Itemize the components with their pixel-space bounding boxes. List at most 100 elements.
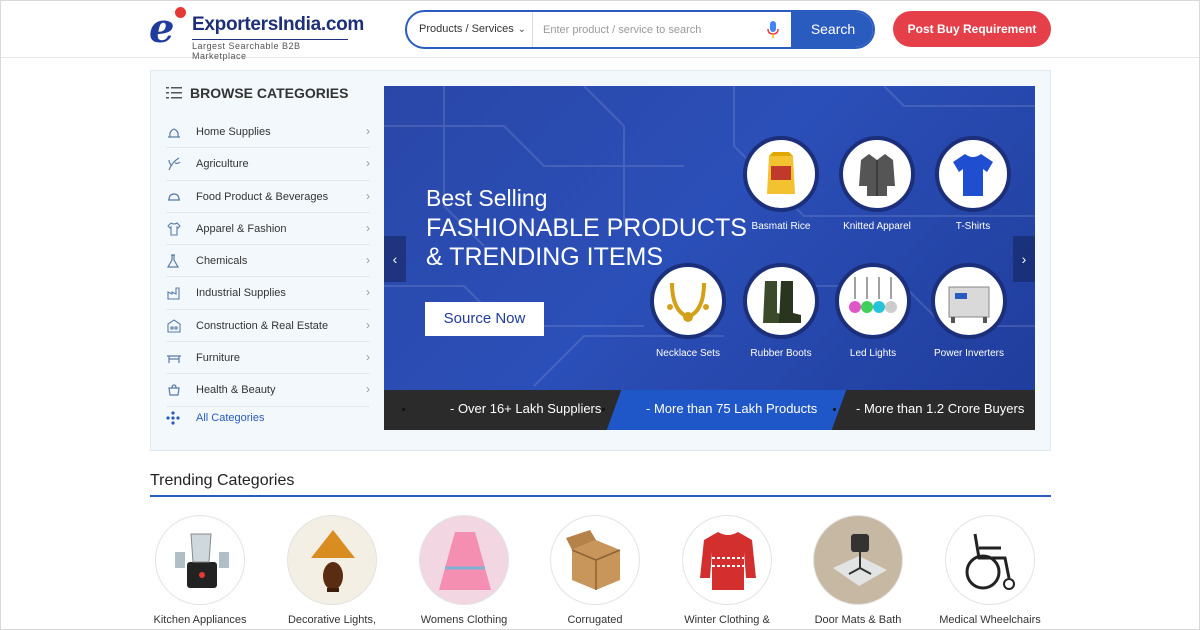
search-category-label: Products / Services <box>419 23 514 35</box>
search-input[interactable] <box>533 12 761 47</box>
trending-label: Winter Clothing & <box>684 614 770 626</box>
sidebar-item-label: Agriculture <box>196 158 249 171</box>
product-image <box>935 136 1011 212</box>
food-icon <box>168 192 180 201</box>
sidebar-item-apparel[interactable]: Apparel & Fashion › <box>166 213 370 246</box>
trending-label: Door Mats & Bath <box>814 614 902 626</box>
sidebar-item-industrial[interactable]: Industrial Supplies › <box>166 277 370 310</box>
tshirt-icon <box>953 154 993 196</box>
trending-item-door-mats[interactable]: Door Mats & Bath <box>798 515 918 630</box>
product-image <box>743 263 819 339</box>
stat-suppliers: - Over 16+ Lakh Suppliers <box>450 401 602 416</box>
sidebar-item-construction[interactable]: Construction & Real Estate › <box>166 310 370 343</box>
product-image <box>650 263 726 339</box>
product-basmati-rice[interactable]: Basmati Rice <box>726 136 836 246</box>
cardboard-box-icon <box>566 530 621 590</box>
logo-text: ExportersIndia.com <box>192 14 364 35</box>
stat-buyers: - More than 1.2 Crore Buyers <box>856 401 1025 416</box>
chevron-right-icon: › <box>366 285 370 300</box>
microphone-icon[interactable] <box>766 21 780 39</box>
rice-bag-icon <box>767 152 795 194</box>
chevron-right-icon: › <box>366 188 370 203</box>
lamp-icon <box>311 530 355 592</box>
sidebar-item-label: Food Product & Beverages <box>196 190 329 203</box>
sidebar-item-label: Home Supplies <box>196 126 271 138</box>
bullet-dot <box>833 408 836 411</box>
stat-products: - More than 75 Lakh Products <box>646 401 818 416</box>
product-image <box>931 263 1007 339</box>
mixer-grinder-icon <box>175 533 229 588</box>
logo-e-mark: e <box>149 5 175 52</box>
product-t-shirts[interactable]: T-Shirts <box>918 136 1028 246</box>
trending-label: Kitchen Appliances <box>153 614 247 626</box>
product-image <box>835 263 911 339</box>
boots-icon <box>763 281 801 323</box>
trending-item-womens-clothing[interactable]: Womens Clothing <box>404 515 524 630</box>
chevron-right-icon: › <box>366 350 370 365</box>
industrial-icon <box>167 287 180 301</box>
dress-icon <box>439 532 491 590</box>
sidebar-item-furniture[interactable]: Furniture › <box>166 342 370 375</box>
source-now-button[interactable]: Source Now <box>425 302 544 336</box>
jacket-icon <box>859 154 895 196</box>
trending-label: Medical Wheelchairs <box>939 614 1041 626</box>
office-chair-mat-icon <box>833 534 887 586</box>
trending-image <box>682 515 772 605</box>
logo-tagline: Largest Searchable B2B Marketplace <box>192 39 348 61</box>
sidebar-item-label: Chemicals <box>196 255 248 268</box>
list-icon <box>166 87 182 99</box>
chevron-right-icon: › <box>366 382 370 397</box>
product-label: Basmati Rice <box>751 221 811 232</box>
trending-image <box>287 515 377 605</box>
product-image <box>839 136 915 212</box>
banner-title-line3: & TRENDING ITEMS <box>426 243 664 271</box>
trending-item-medical-wheelchairs[interactable]: Medical Wheelchairs <box>930 515 1050 630</box>
search-bar: Products / Services ⌄ Search <box>405 10 875 49</box>
product-label: Led Lights <box>849 348 897 359</box>
trending-item-decorative-lights[interactable]: Decorative Lights, <box>272 515 392 630</box>
browse-categories-title: BROWSE CATEGORIES <box>190 85 349 101</box>
home-supplies-icon <box>168 128 180 138</box>
banner-title-line1: Best Selling <box>426 185 548 211</box>
site-header: e ExportersIndia.com Largest Searchable … <box>1 1 1199 61</box>
trending-item-kitchen-appliances[interactable]: Kitchen Appliances <box>140 515 260 630</box>
search-category-select[interactable]: Products / Services ⌄ <box>407 12 533 47</box>
site-logo[interactable]: e ExportersIndia.com Largest Searchable … <box>149 5 364 61</box>
trending-label: Corrugated <box>567 614 623 626</box>
sidebar-item-agriculture[interactable]: Agriculture › <box>166 148 370 181</box>
grid-dots-icon <box>166 411 180 425</box>
product-led-lights[interactable]: Led Lights <box>818 263 928 373</box>
sidebar-item-food[interactable]: Food Product & Beverages › <box>166 181 370 213</box>
trending-image <box>945 515 1035 605</box>
post-buy-requirement-button[interactable]: Post Buy Requirement <box>893 11 1051 47</box>
chevron-right-icon: › <box>366 220 370 235</box>
trending-label: Womens Clothing <box>420 614 508 626</box>
product-image <box>743 136 819 212</box>
furniture-icon <box>167 355 181 364</box>
sidebar-item-home-supplies[interactable]: Home Supplies › <box>166 116 370 149</box>
apparel-icon <box>167 222 181 236</box>
product-label: Power Inverters <box>933 348 1005 359</box>
agriculture-icon <box>168 157 181 171</box>
product-power-inverters[interactable]: Power Inverters <box>914 263 1024 373</box>
sidebar-item-label: Apparel & Fashion <box>196 222 287 235</box>
sidebar-item-chemicals[interactable]: Chemicals › <box>166 245 370 278</box>
sidebar-item-health[interactable]: Health & Beauty › <box>166 374 370 407</box>
wheelchair-icon <box>965 533 1015 590</box>
search-button[interactable]: Search <box>791 12 873 47</box>
hero-banner[interactable]: Best Selling FASHIONABLE PRODUCTS & TREN… <box>384 86 1035 430</box>
product-knitted-apparel[interactable]: Knitted Apparel <box>822 136 932 246</box>
inverter-icon <box>948 286 990 323</box>
trending-item-corrugated[interactable]: Corrugated <box>535 515 655 630</box>
trending-item-winter-clothing[interactable]: Winter Clothing & <box>667 515 787 630</box>
trending-image <box>155 515 245 605</box>
bullet-dot <box>402 408 405 411</box>
bulbs-icon <box>849 277 897 313</box>
chevron-down-icon: ⌄ <box>517 24 526 35</box>
health-icon <box>168 384 180 396</box>
product-label: Knitted Apparel <box>843 221 911 232</box>
trending-image <box>419 515 509 605</box>
chevron-right-icon: › <box>366 317 370 332</box>
carousel-prev-button[interactable]: ‹ <box>384 236 406 282</box>
construction-icon <box>167 319 181 333</box>
